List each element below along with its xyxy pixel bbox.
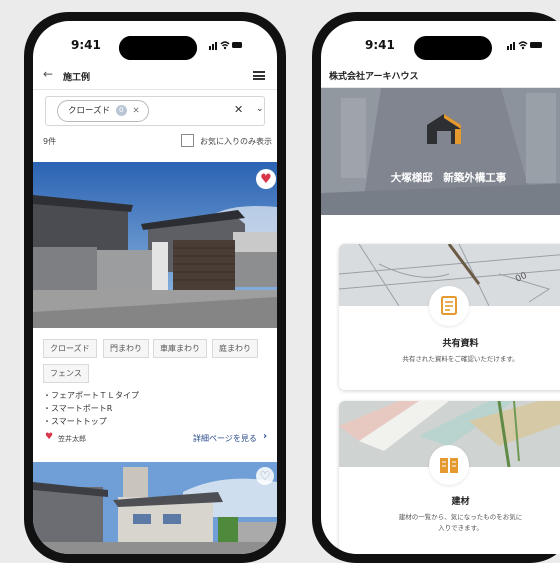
phone-frame-right: 9:41 株式会社アーキハウス 大塚様邸 新築外構工事 00 共有資料 共有され… xyxy=(312,12,560,563)
status-time: 9:41 xyxy=(71,38,101,52)
card-building-materials[interactable]: 建材 建材の一覧から、気になったものをお気に 入りできます。 xyxy=(339,401,560,554)
nav-header: ← 施工例 xyxy=(33,63,277,90)
chip-remove-icon[interactable]: ✕ xyxy=(132,106,139,116)
result-count: 9件 xyxy=(43,137,57,146)
screen-right: 9:41 株式会社アーキハウス 大塚様邸 新築外構工事 00 共有資料 共有され… xyxy=(321,21,560,554)
card-description: 共有された資料をご確認いただけます。 xyxy=(402,355,519,363)
favorites-only-label: お気に入りのみ表示 xyxy=(200,137,272,146)
tag-item: 車庫まわり xyxy=(153,339,207,358)
tag-item: フェンス xyxy=(43,364,89,383)
card-description: 建材の一覧から、気になったものをお気に xyxy=(398,513,523,521)
filter-chip-count: 0 xyxy=(115,105,127,116)
hero-banner: 大塚様邸 新築外構工事 xyxy=(321,88,560,215)
status-icons xyxy=(507,40,547,53)
filter-chip-label: クローズド xyxy=(68,106,111,116)
feature-item: ・スマートポートR xyxy=(43,404,113,413)
feature-item: ・フェアポートＴＬタイプ xyxy=(43,391,139,400)
book-icon xyxy=(440,458,458,473)
feature-item: ・スマートトップ xyxy=(43,417,107,426)
screen-left: 9:41 ← 施工例 クローズド 0 ✕ ✕ ⌄ 9件 お気に入りのみ表示 ♥ … xyxy=(33,21,277,554)
company-logo-icon xyxy=(424,111,464,151)
phone-frame-left: 9:41 ← 施工例 クローズド 0 ✕ ✕ ⌄ 9件 お気に入りのみ表示 ♥ … xyxy=(24,12,286,563)
detail-link[interactable]: 詳細ページを見る xyxy=(193,433,257,444)
back-arrow-icon[interactable]: ← xyxy=(43,67,53,81)
card-shared-documents[interactable]: 00 共有資料 共有された資料をご確認いただけます。 xyxy=(339,244,560,390)
tag-item: クローズド xyxy=(43,339,97,358)
favorite-heart-icon[interactable]: ♥ xyxy=(256,169,276,189)
chevron-down-icon[interactable]: ⌄ xyxy=(256,104,264,114)
case-photo-1[interactable] xyxy=(33,162,277,328)
favorite-user-name: 笠井太郎 xyxy=(58,435,86,443)
menu-icon[interactable] xyxy=(253,71,265,80)
dynamic-island xyxy=(414,36,492,60)
card-title: 共有資料 xyxy=(442,339,479,349)
hero-title: 大塚様邸 新築外構工事 xyxy=(390,172,507,184)
document-icon-circle xyxy=(429,286,469,326)
favorite-outline-icon[interactable]: ♡ xyxy=(256,467,274,485)
card-description: 入りできます。 xyxy=(438,524,483,532)
nav-header: 株式会社アーキハウス xyxy=(321,63,560,88)
tag-item: 門まわり xyxy=(103,339,149,358)
status-icons xyxy=(209,40,243,53)
document-icon xyxy=(441,296,457,315)
case-photo-2[interactable] xyxy=(33,462,277,554)
card-title: 建材 xyxy=(451,497,470,507)
clear-icon[interactable]: ✕ xyxy=(234,103,243,116)
chevron-right-icon[interactable]: › xyxy=(263,431,267,442)
page-title: 施工例 xyxy=(63,73,91,83)
dynamic-island-left xyxy=(119,36,197,60)
book-icon-circle xyxy=(429,445,469,485)
favorites-checkbox[interactable] xyxy=(181,134,194,147)
filter-chip[interactable]: クローズド 0 ✕ xyxy=(57,100,149,122)
status-time: 9:41 xyxy=(365,38,395,52)
tag-item: 庭まわり xyxy=(212,339,258,358)
heart-small-icon: ♥ xyxy=(45,432,54,442)
company-name: 株式会社アーキハウス xyxy=(329,72,419,82)
